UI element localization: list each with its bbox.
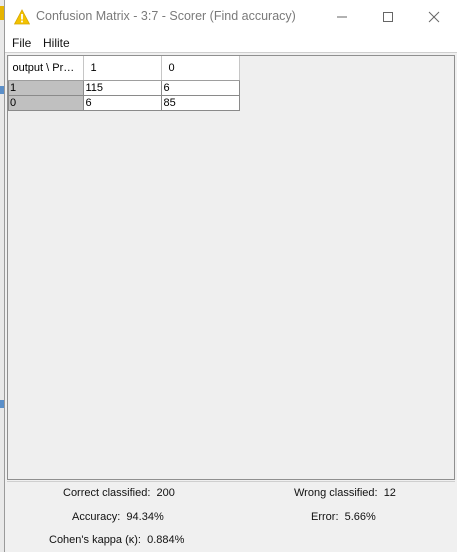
confusion-matrix-window: Confusion Matrix - 3:7 - Scorer (Find ac… [4,0,457,552]
error-rate: Error: 5.66% [311,511,376,523]
confusion-matrix-table-area[interactable]: output \ Pr… 1 0 1 115 6 0 6 85 [7,55,455,480]
row-header[interactable]: 0 [8,95,84,111]
corner-header[interactable]: output \ Pr… [8,56,84,81]
maximize-button[interactable] [365,0,411,33]
maximize-icon [383,11,393,22]
minimize-icon [337,16,347,17]
confusion-matrix-table: output \ Pr… 1 0 1 115 6 0 6 85 [8,56,240,111]
correct-classified-value: 200 [156,487,175,499]
window-title: Confusion Matrix - 3:7 - Scorer (Find ac… [36,9,296,23]
table-cell[interactable]: 85 [160,95,240,111]
table-row: 1 115 6 [8,80,240,96]
close-icon [428,11,440,22]
menu-separator [5,52,457,53]
correct-classified: Correct classified: 200 [63,487,175,499]
accuracy-value: 94.34% [126,511,164,523]
accuracy-label: Accuracy: [72,511,121,523]
column-header[interactable]: 1 [83,56,162,81]
minimize-button[interactable] [319,0,365,33]
menu-file[interactable]: File [12,36,31,50]
table-cell[interactable]: 6 [82,95,162,111]
correct-classified-label: Correct classified: [63,487,151,499]
kappa-value: 0.884% [147,534,185,546]
error-value: 5.66% [344,511,376,523]
title-bar[interactable]: Confusion Matrix - 3:7 - Scorer (Find ac… [5,0,457,33]
wrong-classified: Wrong classified: 12 [294,487,396,499]
row-header[interactable]: 1 [8,80,84,96]
cohens-kappa: Cohen's kappa (κ): 0.884% [49,534,184,546]
table-row: 0 6 85 [8,95,240,111]
table-header-row: output \ Pr… 1 0 [8,56,240,81]
error-label: Error: [311,511,339,523]
wrong-classified-label: Wrong classified: [294,487,378,499]
column-header[interactable]: 0 [161,56,240,81]
wrong-classified-value: 12 [383,487,396,499]
accuracy: Accuracy: 94.34% [72,511,164,523]
footer-separator [7,481,455,482]
close-button[interactable] [411,0,457,33]
kappa-label: Cohen's kappa (κ): [49,534,141,546]
table-cell[interactable]: 115 [82,80,162,96]
table-cell[interactable]: 6 [160,80,240,96]
menu-bar: File Hilite [5,33,457,52]
warning-triangle-icon [14,9,30,25]
menu-hilite[interactable]: Hilite [43,36,70,50]
